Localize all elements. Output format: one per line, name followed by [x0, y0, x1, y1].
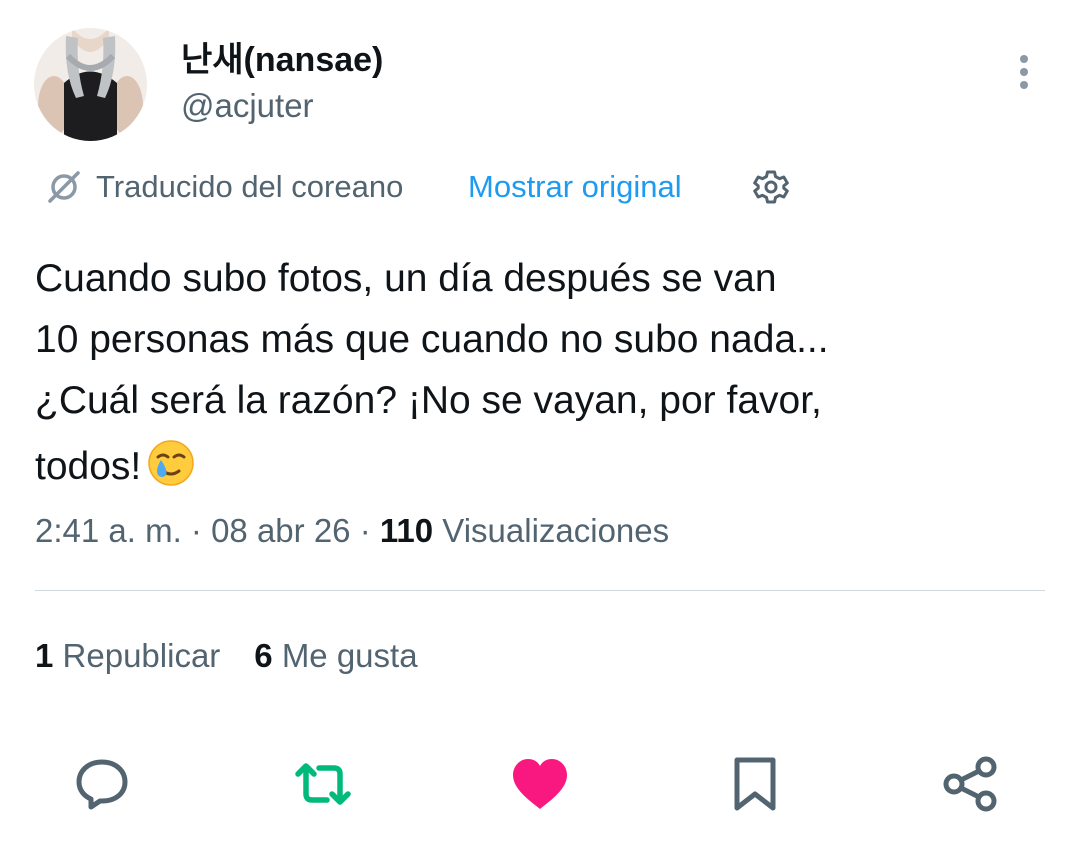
- reposts-label: Republicar: [62, 637, 221, 674]
- likes-count: 6: [254, 637, 273, 674]
- heart-icon: [513, 759, 567, 809]
- gear-icon[interactable]: [749, 165, 793, 209]
- avatar[interactable]: [34, 28, 147, 141]
- show-original-link[interactable]: Mostrar original: [468, 164, 682, 210]
- reposts-stat[interactable]: 1 Republicar: [35, 633, 220, 679]
- author-handle[interactable]: @acjuter: [181, 84, 314, 128]
- repost-button[interactable]: [294, 756, 352, 812]
- repost-icon: [295, 763, 351, 805]
- bookmark-button[interactable]: [726, 756, 784, 812]
- tweet-detail: 난새(nansae) @acjuter Traducido del corean…: [0, 0, 1080, 848]
- meta-separator: ·: [181, 512, 212, 549]
- reposts-count: 1: [35, 637, 54, 674]
- like-button[interactable]: [511, 756, 569, 812]
- reply-button[interactable]: [73, 756, 131, 812]
- tweet-meta: 2:41 a. m. · 08 abr 26 · 110 Visualizaci…: [35, 508, 669, 554]
- translated-from-label: Traducido del coreano: [96, 169, 404, 204]
- share-button[interactable]: [941, 756, 999, 812]
- smiling-face-with-tear-emoji: [148, 440, 194, 486]
- tweet-text-line: ¿Cuál será la razón? ¡No se vayan, por f…: [35, 379, 822, 422]
- tweet-text-line: 10 personas más que cuando no subo nada.…: [35, 318, 829, 361]
- views-count: 110: [379, 512, 434, 549]
- tweet-text-line: Cuando subo fotos, un día después se van: [35, 257, 777, 300]
- likes-label: Me gusta: [281, 637, 418, 674]
- more-options-button[interactable]: [1004, 50, 1044, 94]
- share-icon: [943, 756, 997, 812]
- author-display-name[interactable]: 난새(nansae): [181, 38, 383, 82]
- engagement-stats: 1 Republicar 6 Me gusta: [35, 633, 418, 679]
- tweet-time[interactable]: 2:41 a. m.: [35, 512, 182, 549]
- tweet-text: Cuando subo fotos, un día después se van…: [35, 248, 1045, 497]
- more-vertical-icon: [1020, 55, 1028, 89]
- bookmark-icon: [734, 757, 776, 811]
- tweet-date[interactable]: 08 abr 26: [211, 512, 350, 549]
- likes-stat[interactable]: 6 Me gusta: [254, 633, 417, 679]
- translation-bar: Traducido del coreano Mostrar original: [46, 164, 806, 210]
- meta-separator: ·: [350, 512, 380, 549]
- reply-icon: [76, 759, 128, 810]
- tweet-text-last-line: todos!: [35, 431, 1045, 497]
- translate-icon: [48, 171, 80, 203]
- divider: [35, 590, 1045, 591]
- views-label: Visualizaciones: [442, 512, 670, 549]
- tweet-text-line: todos!: [35, 445, 142, 488]
